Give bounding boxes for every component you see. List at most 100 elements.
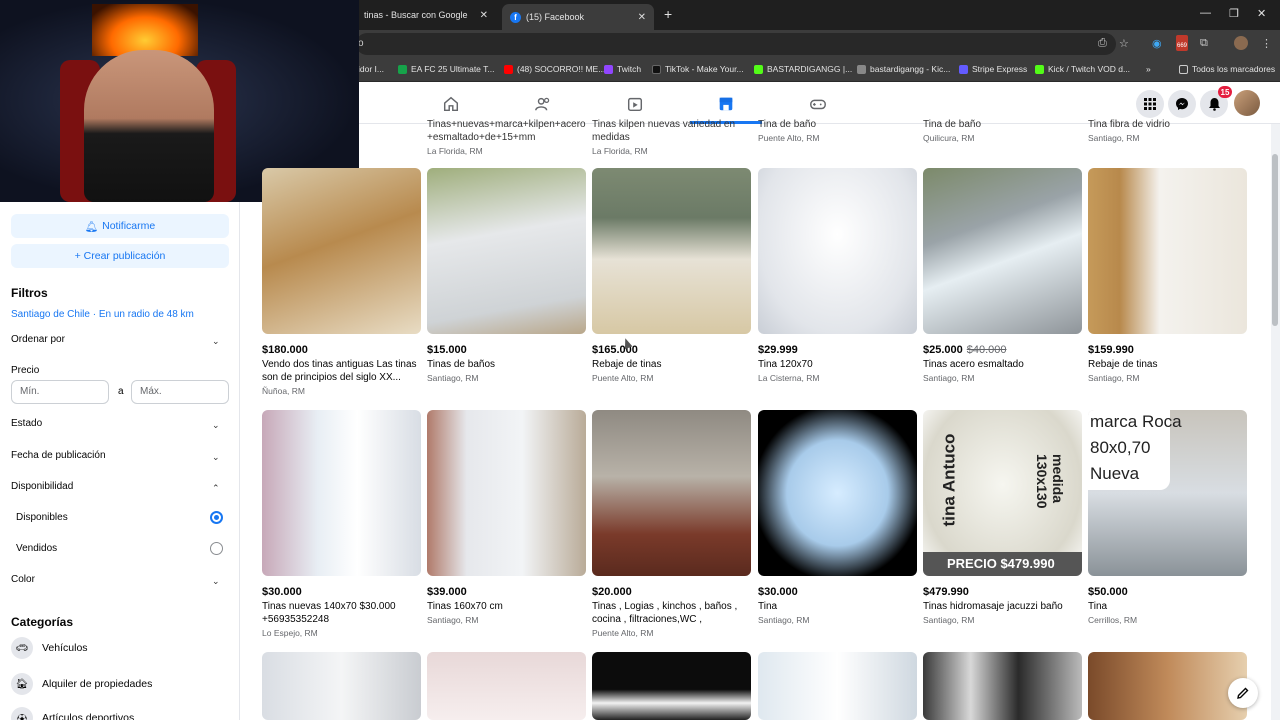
listing-card[interactable]: $159.990 Rebaje de tinas Santiago, RM	[1088, 168, 1247, 383]
profile-icon[interactable]	[1234, 36, 1248, 50]
listing-card[interactable]	[923, 652, 1082, 720]
listing-image[interactable]	[262, 652, 421, 720]
listing-image[interactable]	[758, 410, 917, 576]
listing-card[interactable]: $30.000 Tina Santiago, RM	[758, 410, 917, 625]
listing-image[interactable]	[427, 410, 586, 576]
menu-icon[interactable]: ⋮	[1261, 37, 1272, 50]
compose-message-icon[interactable]	[1228, 678, 1258, 708]
chevron-down-icon[interactable]: ⌄	[212, 452, 220, 463]
close-icon[interactable]: ✕	[480, 10, 488, 21]
category-sports[interactable]: Artículos deportivos	[42, 712, 134, 720]
bookmark-item[interactable]: Stripe Express	[959, 64, 1027, 74]
condition-filter[interactable]: Estado	[11, 418, 42, 429]
location-filter-link[interactable]: Santiago de Chile · En un radio de 48 km	[11, 309, 194, 320]
chevron-down-icon[interactable]: ⌄	[212, 420, 220, 431]
tab-google-search[interactable]: tinas - Buscar con Google ✕	[356, 4, 496, 26]
star-icon[interactable]: ☆	[1119, 37, 1129, 50]
chevron-down-icon[interactable]: ⌄	[212, 336, 220, 347]
puzzle-icon[interactable]: ⧉	[1200, 37, 1208, 50]
chevron-down-icon[interactable]: ⌄	[212, 576, 220, 587]
listing-card[interactable]: $29.999 Tina 120x70 La Cisterna, RM	[758, 168, 917, 383]
messenger-icon[interactable]	[1168, 90, 1196, 118]
friends-icon[interactable]	[533, 94, 553, 114]
min-price-input[interactable]: Mín.	[11, 380, 109, 404]
close-icon[interactable]: ✕	[638, 12, 646, 23]
list-item[interactable]: Tinas kilpen nuevas variedad en medidas …	[592, 118, 751, 156]
avatar[interactable]	[1234, 90, 1260, 116]
bookmark-item[interactable]: idor I...	[358, 64, 384, 74]
home-icon[interactable]	[441, 94, 461, 114]
scrollbar-thumb[interactable]	[1272, 154, 1278, 326]
bookmark-item[interactable]: (48) SOCORRO!! ME...	[504, 64, 605, 74]
listing-image[interactable]	[923, 652, 1082, 720]
listing-image[interactable]	[758, 652, 917, 720]
listing-card[interactable]: $180.000 Vendo dos tinas antiguas Las ti…	[262, 168, 421, 396]
bookmark-item[interactable]: bastardigangg - Kic...	[857, 64, 950, 74]
listing-card[interactable]: tina Antuco medida 130x130 PRECIO $479.9…	[923, 410, 1082, 625]
available-option-label[interactable]: Disponibles	[16, 512, 68, 523]
category-vehicles[interactable]: Vehículos	[42, 642, 88, 654]
color-filter[interactable]: Color	[11, 574, 35, 585]
listing-image[interactable]	[923, 168, 1082, 334]
minimize-icon[interactable]: —	[1200, 7, 1211, 19]
listing-card[interactable]: $15.000 Tinas de baños Santiago, RM	[427, 168, 586, 383]
listing-image[interactable]	[262, 410, 421, 576]
listing-image[interactable]	[592, 168, 751, 334]
listing-image[interactable]	[1088, 168, 1247, 334]
bookmark-item[interactable]: Twitch	[604, 64, 641, 74]
bookmarks-overflow-icon[interactable]: »	[1146, 64, 1151, 74]
list-item[interactable]: Tina de baño Quilicura, RM	[923, 118, 1082, 143]
window-close-icon[interactable]: ✕	[1257, 7, 1266, 20]
listing-image[interactable]: marca Roca 80x0,70 Nueva	[1088, 410, 1247, 576]
sort-filter[interactable]: Ordenar por	[11, 334, 65, 345]
listing-card[interactable]: $25.000 $40.000 Tinas acero esmaltado San…	[923, 168, 1082, 383]
listing-card[interactable]: marca Roca 80x0,70 Nueva $50.000 Tina Ce…	[1088, 410, 1247, 625]
listing-image[interactable]	[1088, 652, 1247, 720]
address-bar[interactable]: o	[356, 33, 1116, 55]
bookmark-item[interactable]: EA FC 25 Ultimate T...	[398, 64, 494, 74]
date-filter[interactable]: Fecha de publicación	[11, 450, 106, 461]
new-tab-icon[interactable]: +	[664, 6, 672, 22]
listing-card[interactable]: $165.000 Rebaje de tinas Puente Alto, RM	[592, 168, 751, 383]
bookmark-item[interactable]: Todos los marcadores	[1179, 64, 1275, 74]
available-radio[interactable]	[210, 511, 223, 524]
bookmark-item[interactable]: Kick / Twitch VOD d...	[1035, 64, 1130, 74]
bookmark-item[interactable]: BASTARDIGANGG |...	[754, 64, 852, 74]
listing-card[interactable]	[592, 652, 751, 720]
gaming-icon[interactable]	[808, 94, 828, 114]
listing-card[interactable]: $30.000 Tinas nuevas 140x70 $30.000 +569…	[262, 410, 421, 638]
bookmark-item[interactable]: TikTok - Make Your...	[652, 64, 744, 74]
category-rentals[interactable]: Alquiler de propiedades	[42, 678, 152, 690]
notify-button[interactable]: 🔔︎ Notificarme	[11, 214, 229, 238]
listing-image[interactable]	[592, 652, 751, 720]
install-icon[interactable]: ⎙	[1098, 37, 1107, 50]
listing-card[interactable]	[758, 652, 917, 720]
listing-image[interactable]	[427, 168, 586, 334]
restore-icon[interactable]: ❐	[1229, 7, 1239, 20]
list-item[interactable]: Tina de baño Puente Alto, RM	[758, 118, 917, 143]
menu-grid-icon[interactable]	[1136, 90, 1164, 118]
tab-facebook[interactable]: f (15) Facebook ✕	[502, 4, 654, 30]
listing-image[interactable]	[592, 410, 751, 576]
marketplace-icon[interactable]	[716, 94, 736, 114]
listing-image[interactable]: tina Antuco medida 130x130 PRECIO $479.9…	[923, 410, 1082, 576]
listing-image[interactable]	[427, 652, 586, 720]
availability-filter[interactable]: Disponibilidad	[11, 481, 73, 492]
listing-card[interactable]	[1088, 652, 1247, 720]
listing-card[interactable]: $39.000 Tinas 160x70 cm Santiago, RM	[427, 410, 586, 625]
sold-option-label[interactable]: Vendidos	[16, 543, 57, 554]
extension-badge[interactable]: 669	[1176, 35, 1188, 51]
list-item[interactable]: Tina fibra de vidrio Santiago, RM	[1088, 118, 1247, 143]
listing-card[interactable]	[427, 652, 586, 720]
listing-card[interactable]: $20.000 Tinas , Logias , kinchos , baños…	[592, 410, 751, 638]
list-item[interactable]: Tinas+nuevas+marca+kilpen+acero +esmalta…	[427, 118, 586, 156]
listing-image[interactable]	[262, 168, 421, 334]
listing-image[interactable]	[758, 168, 917, 334]
watch-icon[interactable]	[625, 94, 645, 114]
max-price-input[interactable]: Máx.	[131, 380, 229, 404]
chevron-up-icon[interactable]: ⌃	[212, 483, 220, 494]
create-listing-button[interactable]: + Crear publicación	[11, 244, 229, 268]
extension-icon[interactable]: ◉	[1152, 37, 1162, 50]
listing-card[interactable]	[262, 652, 421, 720]
sold-radio[interactable]	[210, 542, 223, 555]
